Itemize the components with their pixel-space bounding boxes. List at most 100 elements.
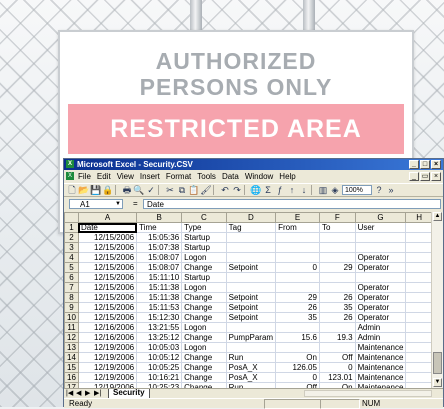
cell[interactable]: 35 bbox=[318, 302, 356, 313]
cell[interactable]: 12/15/2006 bbox=[77, 242, 138, 253]
cell[interactable]: 0 bbox=[275, 372, 320, 383]
copy-icon[interactable]: ⧉ bbox=[176, 184, 188, 196]
cell[interactable] bbox=[405, 332, 433, 343]
close-button[interactable]: × bbox=[431, 160, 441, 169]
autosum-icon[interactable]: Σ bbox=[262, 184, 274, 196]
cell[interactable] bbox=[318, 282, 356, 293]
cell[interactable]: 12/15/2006 bbox=[77, 272, 138, 283]
row-header[interactable]: 4 bbox=[64, 252, 79, 263]
cell[interactable]: Setpoint bbox=[225, 302, 277, 313]
cell[interactable]: Startup bbox=[181, 232, 227, 243]
cell[interactable]: 12/15/2006 bbox=[77, 302, 138, 313]
minimize-button[interactable]: _ bbox=[409, 160, 419, 169]
row-header[interactable]: 9 bbox=[64, 302, 79, 313]
cell[interactable]: 12/19/2006 bbox=[77, 372, 138, 383]
cell[interactable]: 15:08:07 bbox=[136, 262, 183, 273]
permission-icon[interactable]: 🔒 bbox=[102, 184, 114, 196]
column-header-g[interactable]: G bbox=[354, 212, 407, 223]
worksheet-grid[interactable]: ABCDEFGH 1 Date Time Type Tag From To User 2 12/1… bbox=[64, 212, 433, 388]
cell[interactable] bbox=[354, 232, 407, 243]
column-header-e[interactable]: E bbox=[275, 212, 320, 223]
cell[interactable]: 12/15/2006 bbox=[77, 232, 138, 243]
title-bar[interactable]: X Microsoft Excel - Security.CSV _ □ × bbox=[64, 159, 443, 170]
cell[interactable] bbox=[275, 232, 320, 243]
cell[interactable]: 12/16/2006 bbox=[77, 322, 138, 333]
cell[interactable]: PosA_X bbox=[225, 372, 277, 383]
cell[interactable]: Change bbox=[181, 312, 227, 323]
cell[interactable]: Operator bbox=[354, 292, 407, 303]
scroll-thumb[interactable] bbox=[433, 352, 442, 374]
workbook-minimize-button[interactable]: _ bbox=[409, 172, 419, 181]
cell[interactable] bbox=[225, 252, 277, 263]
cell[interactable]: Setpoint bbox=[225, 312, 277, 323]
cell[interactable]: Off bbox=[318, 352, 356, 363]
prev-sheet-icon[interactable]: ◀ bbox=[76, 389, 81, 398]
menu-format[interactable]: Format bbox=[166, 171, 191, 182]
cell[interactable] bbox=[405, 222, 433, 233]
cell[interactable] bbox=[225, 342, 277, 353]
undo-icon[interactable]: ↶ bbox=[219, 184, 231, 196]
cell[interactable]: Logon bbox=[181, 282, 227, 293]
cell[interactable] bbox=[405, 272, 433, 283]
excel-window[interactable]: X Microsoft Excel - Security.CSV _ □ × X… bbox=[63, 158, 444, 409]
cell[interactable] bbox=[318, 232, 356, 243]
cell[interactable]: Change bbox=[181, 372, 227, 383]
cell[interactable]: Admin bbox=[354, 322, 407, 333]
cell[interactable] bbox=[225, 322, 277, 333]
cell[interactable] bbox=[405, 232, 433, 243]
cell[interactable]: 15:11:10 bbox=[136, 272, 183, 283]
row-header[interactable]: 11 bbox=[64, 322, 79, 333]
cell[interactable]: Setpoint bbox=[225, 262, 277, 273]
cell[interactable] bbox=[275, 252, 320, 263]
cell[interactable] bbox=[275, 282, 320, 293]
spelling-icon[interactable]: ✓ bbox=[145, 184, 157, 196]
row-header[interactable]: 15 bbox=[64, 362, 79, 373]
cell[interactable] bbox=[405, 372, 433, 383]
cell[interactable]: 35 bbox=[275, 312, 320, 323]
sort-ascending-icon[interactable]: ↑ bbox=[286, 184, 298, 196]
chevron-down-icon[interactable]: ▼ bbox=[115, 200, 121, 209]
zoom-select[interactable]: 100% bbox=[342, 185, 372, 195]
cell[interactable]: Change bbox=[181, 352, 227, 363]
cell[interactable]: Operator bbox=[354, 252, 407, 263]
cell[interactable]: 12/15/2006 bbox=[77, 262, 138, 273]
cell[interactable]: Change bbox=[181, 292, 227, 303]
cell[interactable]: PumpParam bbox=[225, 332, 277, 343]
cell[interactable]: To bbox=[318, 222, 356, 233]
cell[interactable]: Change bbox=[181, 302, 227, 313]
cell[interactable]: Time bbox=[136, 222, 183, 233]
cell[interactable]: Operator bbox=[354, 302, 407, 313]
drawing-icon[interactable]: ◈ bbox=[329, 184, 341, 196]
cell[interactable]: 12/19/2006 bbox=[77, 352, 138, 363]
cell[interactable] bbox=[275, 242, 320, 253]
cell[interactable]: 15:12:30 bbox=[136, 312, 183, 323]
cell[interactable]: 123.01 bbox=[318, 372, 356, 383]
cell[interactable] bbox=[225, 282, 277, 293]
cell[interactable]: User bbox=[354, 222, 407, 233]
cell[interactable]: 13:21:55 bbox=[136, 322, 183, 333]
save-icon[interactable]: 💾 bbox=[90, 184, 102, 196]
cell[interactable]: 10:05:03 bbox=[136, 342, 183, 353]
menu-window[interactable]: Window bbox=[245, 171, 273, 182]
cut-icon[interactable]: ✂ bbox=[164, 184, 176, 196]
cell[interactable]: Change bbox=[181, 262, 227, 273]
cell[interactable]: Maintenance bbox=[354, 372, 407, 383]
cell[interactable] bbox=[405, 322, 433, 333]
row-header[interactable]: 2 bbox=[64, 232, 79, 243]
cell[interactable]: PosA_X bbox=[225, 362, 277, 373]
cell[interactable] bbox=[405, 312, 433, 323]
cell[interactable]: Tag bbox=[225, 222, 277, 233]
column-header-h[interactable]: H bbox=[405, 212, 433, 223]
cell[interactable]: 10:16:21 bbox=[136, 372, 183, 383]
menu-insert[interactable]: Insert bbox=[140, 171, 160, 182]
cell[interactable]: 12/19/2006 bbox=[77, 362, 138, 373]
cell[interactable]: 29 bbox=[318, 262, 356, 273]
open-icon[interactable]: 📂 bbox=[78, 184, 90, 196]
cell[interactable] bbox=[318, 322, 356, 333]
row-header[interactable]: 14 bbox=[64, 352, 79, 363]
cell[interactable]: 15.6 bbox=[275, 332, 320, 343]
cell[interactable] bbox=[275, 342, 320, 353]
cell[interactable]: Logon bbox=[181, 342, 227, 353]
cell[interactable]: Maintenance bbox=[354, 362, 407, 373]
menu-edit[interactable]: Edit bbox=[97, 171, 111, 182]
